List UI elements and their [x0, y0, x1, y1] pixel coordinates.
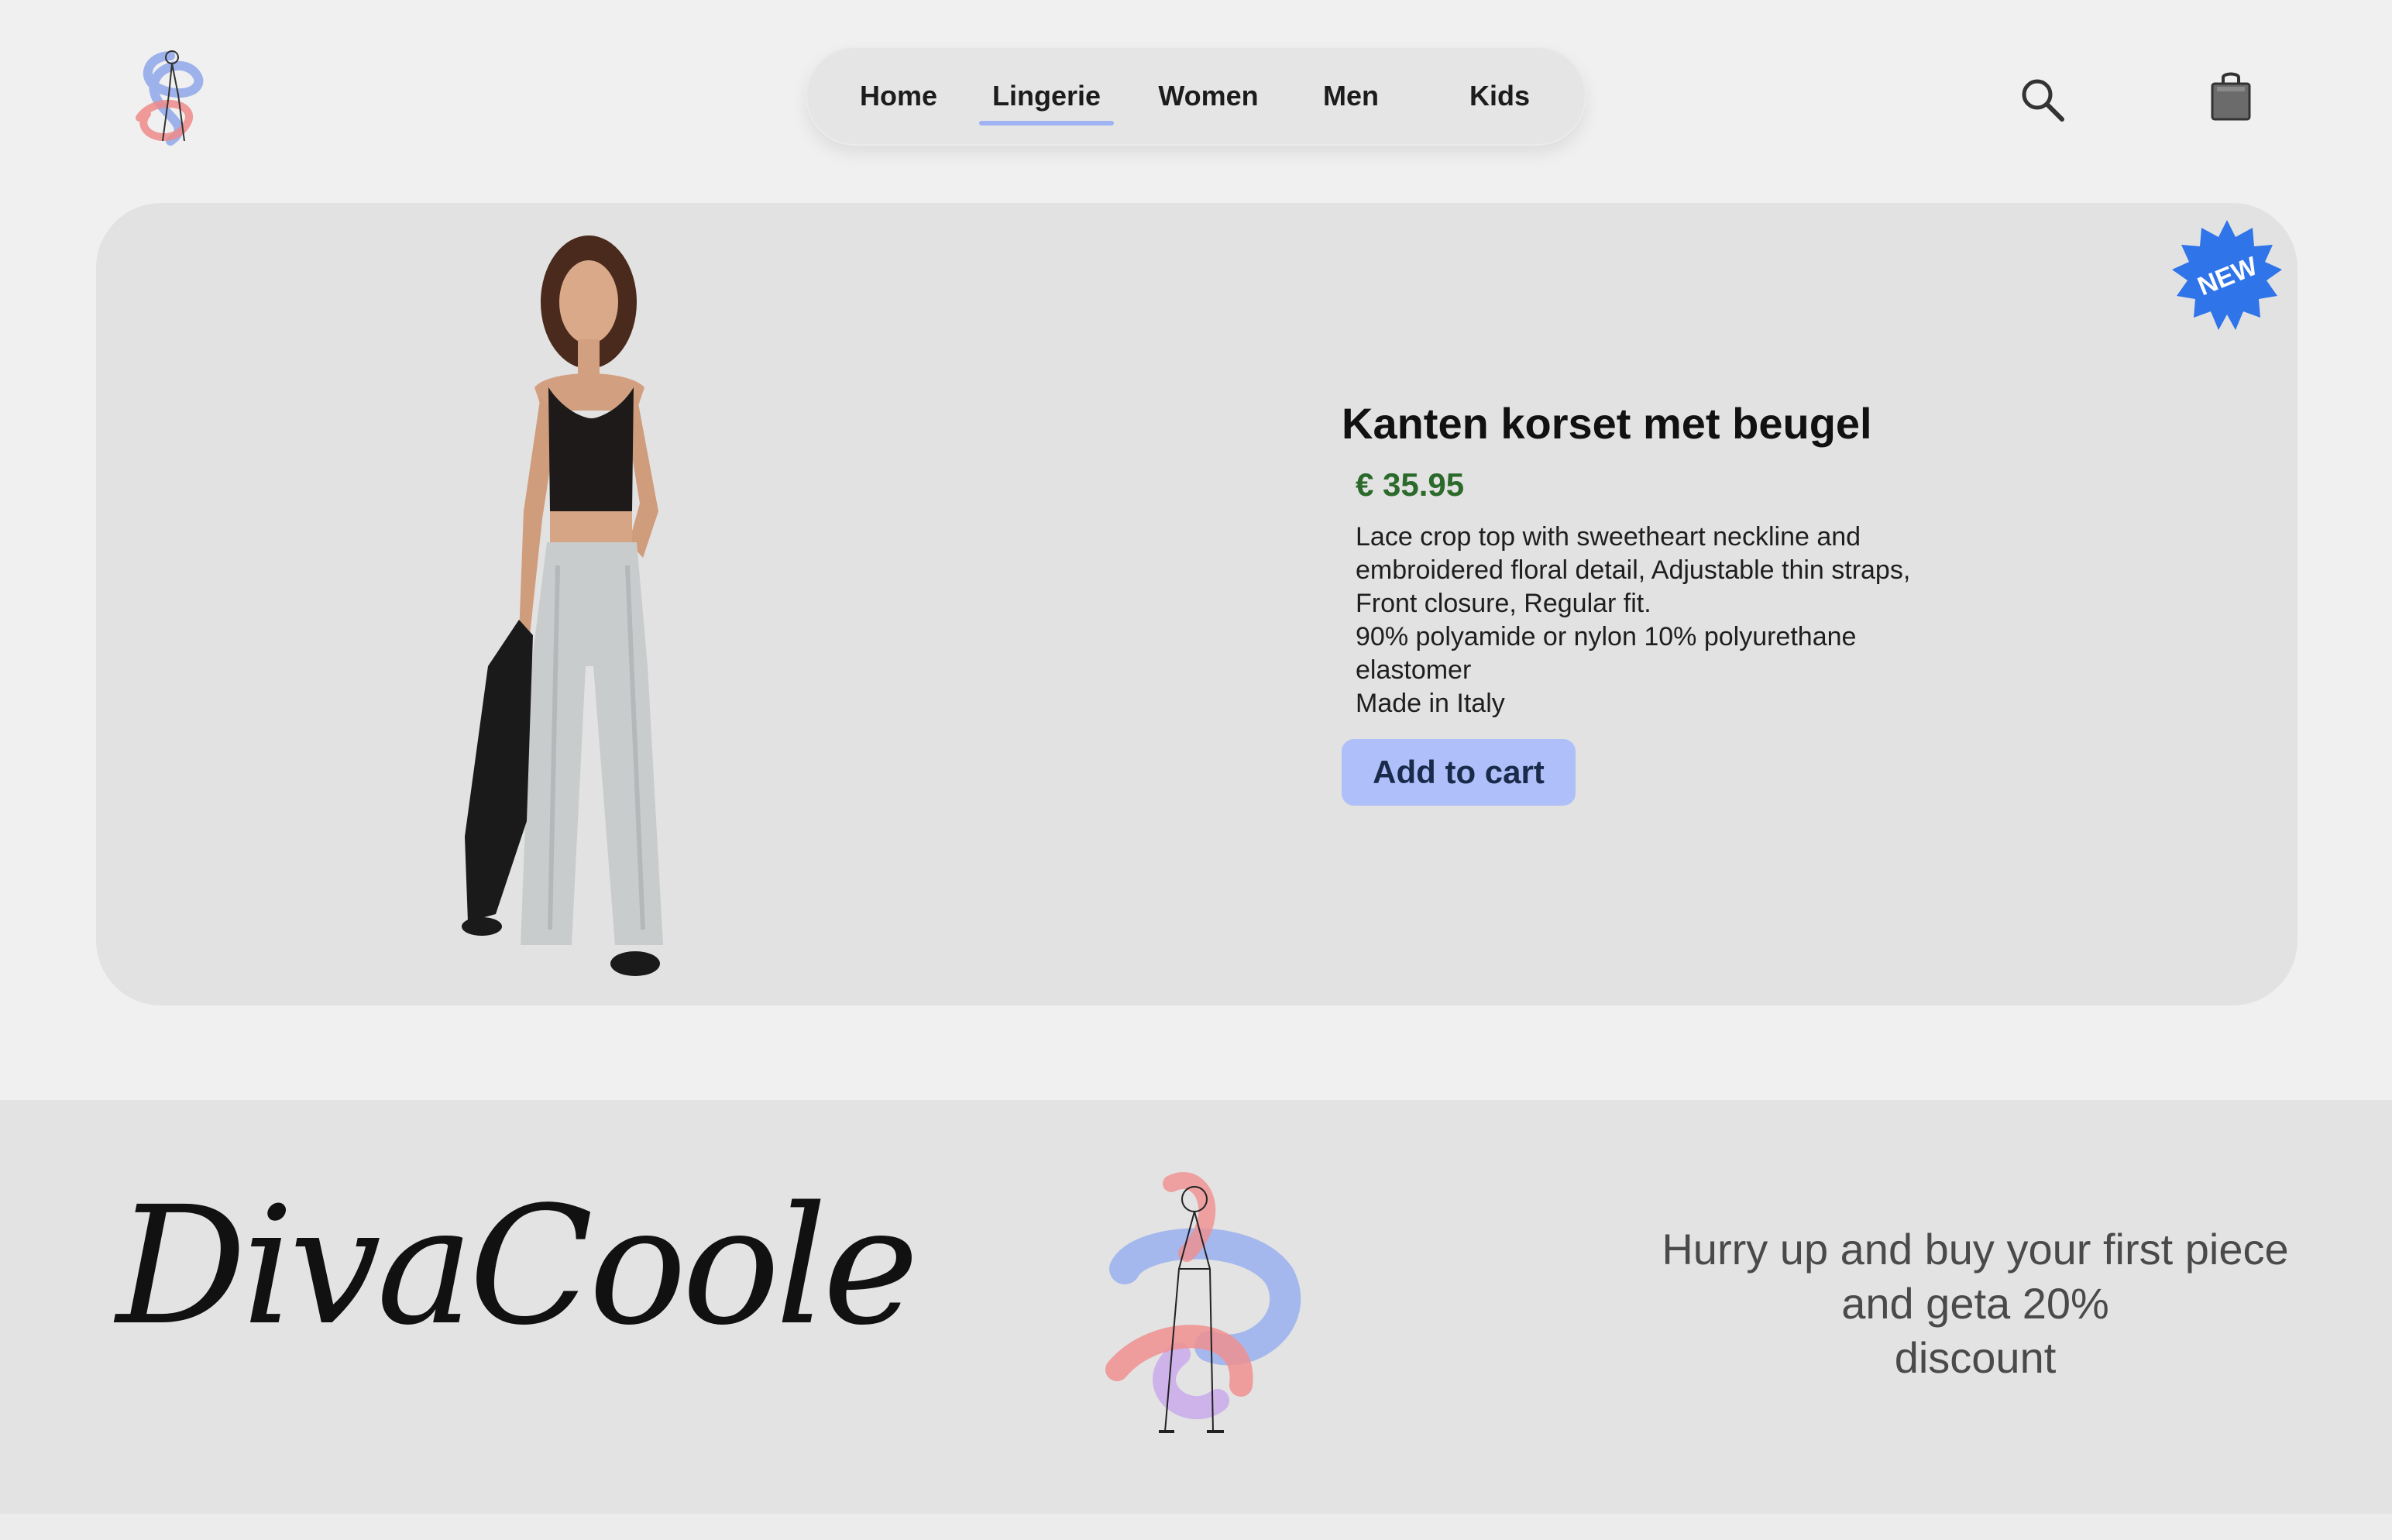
nav-home[interactable]: Home — [844, 46, 953, 146]
nav-women[interactable]: Women — [1137, 46, 1280, 146]
fashion-illustration-icon — [1094, 1168, 1311, 1447]
description-line: Made in Italy — [1356, 689, 1505, 718]
product-card — [96, 203, 2297, 1005]
shopping-bag-icon[interactable] — [2209, 70, 2253, 122]
search-icon[interactable] — [2017, 74, 2067, 124]
nav-lingerie[interactable]: Lingerie — [979, 46, 1114, 146]
description-line: elastomer — [1356, 655, 1472, 685]
nav-active-indicator — [979, 121, 1114, 125]
product-image — [434, 232, 713, 984]
nav-men[interactable]: Men — [1304, 46, 1397, 146]
promo-text: Hurry up and buy your first piece and ge… — [1596, 1222, 2355, 1385]
description-line: Front closure, Regular fit. — [1356, 589, 1651, 618]
nav-kids[interactable]: Kids — [1453, 46, 1546, 146]
logo-icon[interactable] — [124, 40, 217, 156]
description-line: Lace crop top with sweetheart neckline a… — [1356, 522, 1861, 552]
page-bottom-strip — [0, 1514, 2392, 1540]
main-nav: Home Lingerie Women Men Kids — [806, 46, 1586, 146]
promo-line: and geta 20% — [1841, 1279, 2109, 1328]
new-badge: NEW — [2169, 217, 2285, 333]
product-price: € 35.95 — [1356, 466, 1465, 503]
promo-line: discount — [1894, 1333, 2057, 1382]
product-title: Kanten korset met beugel — [1342, 399, 1872, 448]
add-to-cart-button[interactable]: Add to cart — [1342, 739, 1576, 806]
brand-wordmark: DivaCoole — [116, 1171, 919, 1361]
description-line: embroidered floral detail, Adjustable th… — [1356, 555, 1911, 585]
description-line: 90% polyamide or nylon 10% polyurethane — [1356, 622, 1857, 651]
promo-line: Hurry up and buy your first piece — [1662, 1225, 2289, 1274]
